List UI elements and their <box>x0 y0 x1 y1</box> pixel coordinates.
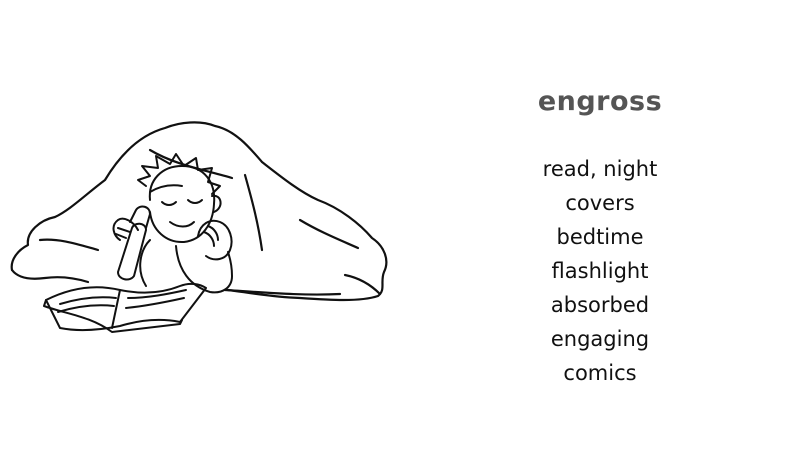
keyword-item: absorbed <box>550 293 650 317</box>
book-page-line <box>57 304 115 313</box>
keyword-item: flashlight <box>551 259 649 283</box>
headword: engross <box>537 86 663 117</box>
boy-hand <box>197 219 233 261</box>
blanket-fold <box>148 148 234 180</box>
blanket-fold <box>298 218 360 250</box>
blanket-fold <box>243 173 264 252</box>
boy-finger <box>203 231 215 247</box>
blanket-outline <box>10 121 388 302</box>
book-page-line <box>59 296 117 305</box>
keyword-item: bedtime <box>556 225 644 249</box>
boy-reading-under-blanket-illustration <box>10 121 388 333</box>
keyword-list: read, night covers bedtime flashlight ab… <box>480 152 720 390</box>
boy-hair <box>149 184 183 193</box>
boy-finger <box>207 225 219 241</box>
blanket-fold <box>38 238 100 252</box>
page: engross read, night covers bedtime flash… <box>0 0 800 457</box>
keyword-item: comics <box>563 361 637 385</box>
book-page-line <box>125 297 185 309</box>
book-spine <box>111 289 121 329</box>
boy-left-hand <box>112 217 139 241</box>
boy-smile <box>169 221 195 228</box>
keyword-item: covers <box>565 191 635 215</box>
blanket-left-edge <box>10 268 90 284</box>
boy-eye <box>187 199 203 204</box>
keyword-item: engaging <box>550 327 650 351</box>
keyword-item: read, night <box>542 157 658 181</box>
boy-head <box>148 165 216 244</box>
boy-eye <box>161 201 177 206</box>
vocabulary-panel: engross read, night covers bedtime flash… <box>480 80 720 390</box>
blanket-fold <box>343 273 382 296</box>
boy-left-finger <box>117 227 131 233</box>
